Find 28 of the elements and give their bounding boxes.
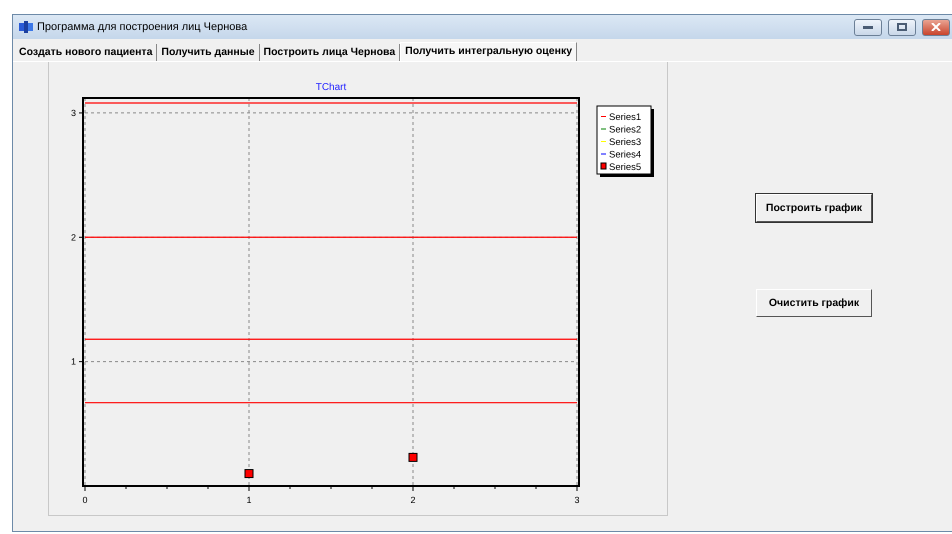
- legend-label: Series2: [609, 124, 642, 136]
- close-icon: [931, 23, 941, 31]
- legend-label: Series4: [609, 150, 642, 160]
- data-point: [408, 452, 418, 462]
- minimize-button[interactable]: [854, 18, 882, 36]
- chart-button[interactable]: Очистить график: [756, 289, 872, 317]
- x-tick-label: 2: [410, 495, 416, 505]
- app-icon: [19, 21, 33, 33]
- y-tick-label: 1: [70, 356, 76, 367]
- close-button[interactable]: [922, 18, 950, 36]
- x-tick-label: 0: [82, 495, 88, 505]
- x-tick-label: 3: [574, 495, 580, 505]
- tab[interactable]: Построить лица Чернова: [260, 44, 400, 61]
- legend-label: Series3: [609, 137, 642, 148]
- chart-button[interactable]: Построить график: [756, 194, 872, 222]
- minimize-icon: [863, 26, 873, 28]
- y-tick-label: 2: [70, 232, 76, 242]
- maximize-button[interactable]: [888, 18, 916, 36]
- x-tick-label: 1: [246, 495, 252, 505]
- window-title: Программа для построения лиц Чернова: [37, 21, 248, 33]
- chart-title: TChart: [316, 82, 346, 93]
- legend-label: Series1: [609, 112, 642, 123]
- legend-label: Series5: [609, 162, 642, 173]
- y-tick-label: 3: [70, 108, 76, 118]
- chart-legend: [596, 106, 654, 177]
- tab[interactable]: Получить интегральную оценку: [400, 42, 578, 61]
- maximize-icon: [897, 23, 907, 31]
- data-point: [244, 469, 254, 478]
